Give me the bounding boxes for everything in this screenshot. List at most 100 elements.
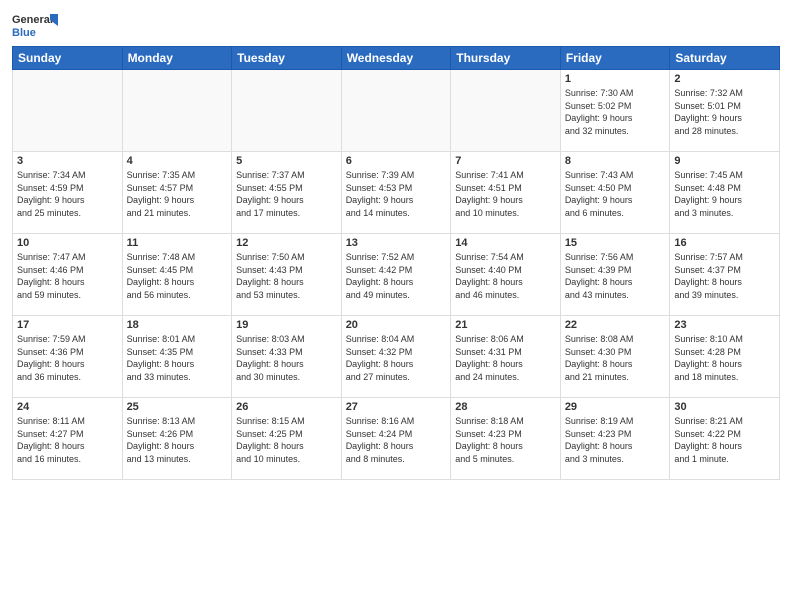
day-number: 23 — [674, 319, 775, 331]
day-number: 2 — [674, 73, 775, 85]
calendar-cell — [13, 70, 123, 152]
calendar-cell: 17 Sunrise: 7:59 AM Sunset: 4:36 PM Dayli… — [13, 316, 123, 398]
day-info: Sunrise: 7:57 AM Sunset: 4:37 PM Dayligh… — [674, 251, 775, 301]
day-info: Sunrise: 8:19 AM Sunset: 4:23 PM Dayligh… — [565, 415, 666, 465]
calendar-cell: 3 Sunrise: 7:34 AM Sunset: 4:59 PM Daylig… — [13, 152, 123, 234]
day-number: 1 — [565, 73, 666, 85]
day-number: 26 — [236, 401, 337, 413]
calendar-cell — [122, 70, 232, 152]
column-header-saturday: Saturday — [670, 47, 780, 70]
day-number: 19 — [236, 319, 337, 331]
day-number: 3 — [17, 155, 118, 167]
day-info: Sunrise: 7:45 AM Sunset: 4:48 PM Dayligh… — [674, 169, 775, 219]
day-info: Sunrise: 7:59 AM Sunset: 4:36 PM Dayligh… — [17, 333, 118, 383]
day-number: 9 — [674, 155, 775, 167]
day-number: 17 — [17, 319, 118, 331]
day-number: 29 — [565, 401, 666, 413]
calendar-cell: 27 Sunrise: 8:16 AM Sunset: 4:24 PM Dayli… — [341, 398, 451, 480]
day-info: Sunrise: 7:47 AM Sunset: 4:46 PM Dayligh… — [17, 251, 118, 301]
day-number: 11 — [127, 237, 228, 249]
day-number: 24 — [17, 401, 118, 413]
calendar-cell: 9 Sunrise: 7:45 AM Sunset: 4:48 PM Daylig… — [670, 152, 780, 234]
day-number: 22 — [565, 319, 666, 331]
column-header-tuesday: Tuesday — [232, 47, 342, 70]
calendar-cell: 25 Sunrise: 8:13 AM Sunset: 4:26 PM Dayli… — [122, 398, 232, 480]
calendar-cell: 18 Sunrise: 8:01 AM Sunset: 4:35 PM Dayli… — [122, 316, 232, 398]
calendar-cell: 5 Sunrise: 7:37 AM Sunset: 4:55 PM Daylig… — [232, 152, 342, 234]
calendar-cell: 16 Sunrise: 7:57 AM Sunset: 4:37 PM Dayli… — [670, 234, 780, 316]
calendar-cell: 7 Sunrise: 7:41 AM Sunset: 4:51 PM Daylig… — [451, 152, 561, 234]
day-info: Sunrise: 7:39 AM Sunset: 4:53 PM Dayligh… — [346, 169, 447, 219]
day-number: 13 — [346, 237, 447, 249]
day-info: Sunrise: 7:30 AM Sunset: 5:02 PM Dayligh… — [565, 87, 666, 137]
day-number: 10 — [17, 237, 118, 249]
day-info: Sunrise: 7:54 AM Sunset: 4:40 PM Dayligh… — [455, 251, 556, 301]
day-info: Sunrise: 8:06 AM Sunset: 4:31 PM Dayligh… — [455, 333, 556, 383]
calendar-cell: 13 Sunrise: 7:52 AM Sunset: 4:42 PM Dayli… — [341, 234, 451, 316]
calendar-cell: 10 Sunrise: 7:47 AM Sunset: 4:46 PM Dayli… — [13, 234, 123, 316]
day-info: Sunrise: 8:13 AM Sunset: 4:26 PM Dayligh… — [127, 415, 228, 465]
column-header-sunday: Sunday — [13, 47, 123, 70]
day-info: Sunrise: 8:18 AM Sunset: 4:23 PM Dayligh… — [455, 415, 556, 465]
svg-text:General: General — [12, 14, 53, 26]
day-number: 28 — [455, 401, 556, 413]
day-number: 12 — [236, 237, 337, 249]
day-number: 7 — [455, 155, 556, 167]
calendar-cell: 12 Sunrise: 7:50 AM Sunset: 4:43 PM Dayli… — [232, 234, 342, 316]
day-info: Sunrise: 7:35 AM Sunset: 4:57 PM Dayligh… — [127, 169, 228, 219]
day-info: Sunrise: 8:03 AM Sunset: 4:33 PM Dayligh… — [236, 333, 337, 383]
day-number: 18 — [127, 319, 228, 331]
day-info: Sunrise: 8:04 AM Sunset: 4:32 PM Dayligh… — [346, 333, 447, 383]
calendar-cell: 1 Sunrise: 7:30 AM Sunset: 5:02 PM Daylig… — [560, 70, 670, 152]
day-info: Sunrise: 7:43 AM Sunset: 4:50 PM Dayligh… — [565, 169, 666, 219]
day-number: 14 — [455, 237, 556, 249]
calendar-cell: 19 Sunrise: 8:03 AM Sunset: 4:33 PM Dayli… — [232, 316, 342, 398]
calendar-cell: 30Sunrise: 8:21 AM Sunset: 4:22 PM Dayli… — [670, 398, 780, 480]
day-number: 20 — [346, 319, 447, 331]
logo: GeneralBlue — [12, 10, 62, 40]
day-info: Sunrise: 7:37 AM Sunset: 4:55 PM Dayligh… — [236, 169, 337, 219]
calendar-cell — [451, 70, 561, 152]
day-info: Sunrise: 7:34 AM Sunset: 4:59 PM Dayligh… — [17, 169, 118, 219]
calendar-cell: 15Sunrise: 7:56 AM Sunset: 4:39 PM Dayli… — [560, 234, 670, 316]
day-number: 25 — [127, 401, 228, 413]
svg-text:Blue: Blue — [12, 27, 36, 39]
calendar-cell: 28 Sunrise: 8:18 AM Sunset: 4:23 PM Dayli… — [451, 398, 561, 480]
day-number: 6 — [346, 155, 447, 167]
day-info: Sunrise: 8:08 AM Sunset: 4:30 PM Dayligh… — [565, 333, 666, 383]
calendar-cell: 23 Sunrise: 8:10 AM Sunset: 4:28 PM Dayli… — [670, 316, 780, 398]
day-number: 16 — [674, 237, 775, 249]
day-info: Sunrise: 7:41 AM Sunset: 4:51 PM Dayligh… — [455, 169, 556, 219]
day-number: 27 — [346, 401, 447, 413]
day-info: Sunrise: 8:16 AM Sunset: 4:24 PM Dayligh… — [346, 415, 447, 465]
calendar-cell: 6 Sunrise: 7:39 AM Sunset: 4:53 PM Daylig… — [341, 152, 451, 234]
calendar-cell: 2 Sunrise: 7:32 AM Sunset: 5:01 PM Daylig… — [670, 70, 780, 152]
calendar-cell — [341, 70, 451, 152]
day-number: 8 — [565, 155, 666, 167]
day-info: Sunrise: 8:10 AM Sunset: 4:28 PM Dayligh… — [674, 333, 775, 383]
calendar-cell: 4Sunrise: 7:35 AM Sunset: 4:57 PM Daylig… — [122, 152, 232, 234]
column-header-wednesday: Wednesday — [341, 47, 451, 70]
calendar-cell — [232, 70, 342, 152]
day-number: 5 — [236, 155, 337, 167]
day-info: Sunrise: 8:01 AM Sunset: 4:35 PM Dayligh… — [127, 333, 228, 383]
day-info: Sunrise: 7:48 AM Sunset: 4:45 PM Dayligh… — [127, 251, 228, 301]
calendar: SundayMondayTuesdayWednesdayThursdayFrid… — [12, 46, 780, 480]
day-info: Sunrise: 8:11 AM Sunset: 4:27 PM Dayligh… — [17, 415, 118, 465]
logo-svg: GeneralBlue — [12, 10, 62, 40]
day-number: 15 — [565, 237, 666, 249]
header: GeneralBlue — [12, 10, 780, 40]
calendar-cell: 24 Sunrise: 8:11 AM Sunset: 4:27 PM Dayli… — [13, 398, 123, 480]
calendar-cell: 14 Sunrise: 7:54 AM Sunset: 4:40 PM Dayli… — [451, 234, 561, 316]
calendar-cell: 21 Sunrise: 8:06 AM Sunset: 4:31 PM Dayli… — [451, 316, 561, 398]
column-header-friday: Friday — [560, 47, 670, 70]
day-info: Sunrise: 7:32 AM Sunset: 5:01 PM Dayligh… — [674, 87, 775, 137]
day-info: Sunrise: 7:50 AM Sunset: 4:43 PM Dayligh… — [236, 251, 337, 301]
calendar-cell: 26Sunrise: 8:15 AM Sunset: 4:25 PM Dayli… — [232, 398, 342, 480]
day-info: Sunrise: 7:52 AM Sunset: 4:42 PM Dayligh… — [346, 251, 447, 301]
calendar-cell: 8 Sunrise: 7:43 AM Sunset: 4:50 PM Daylig… — [560, 152, 670, 234]
column-header-thursday: Thursday — [451, 47, 561, 70]
calendar-cell: 20 Sunrise: 8:04 AM Sunset: 4:32 PM Dayli… — [341, 316, 451, 398]
day-number: 30 — [674, 401, 775, 413]
day-number: 21 — [455, 319, 556, 331]
